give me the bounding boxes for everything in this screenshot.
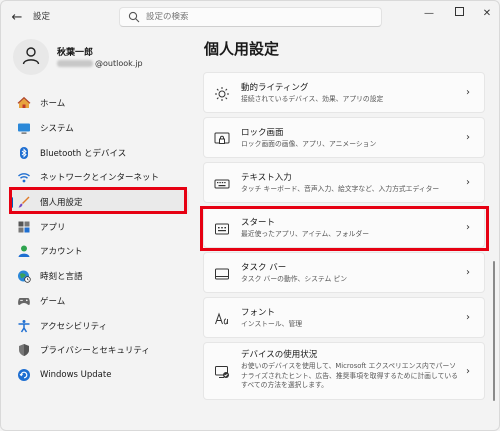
- sidebar-item-home[interactable]: ホーム: [9, 91, 189, 116]
- globe-clock-icon: [17, 269, 31, 283]
- card-subtitle: インストール、管理: [241, 320, 303, 328]
- chevron-right-icon: ›: [466, 87, 470, 98]
- close-button[interactable]: ✕: [469, 1, 499, 25]
- card-dynamic-lighting[interactable]: 動的ライティング 接続されているデバイス、効果、アプリの設定 ›: [203, 72, 485, 113]
- sidebar-item-gaming[interactable]: ゲーム: [9, 289, 189, 314]
- wifi-icon: [17, 170, 31, 184]
- page-title: 個人用設定: [204, 40, 280, 58]
- card-title: テキスト入力: [241, 173, 292, 183]
- person-icon: [21, 45, 41, 69]
- accessibility-icon: [17, 319, 31, 333]
- card-title: デバイスの使用状況: [241, 350, 318, 360]
- card-subtitle: ロック画面の画像、アプリ、アニメーション: [241, 140, 377, 148]
- card-title: タスク バー: [241, 263, 287, 273]
- email-suffix: @outlook.jp: [95, 59, 143, 68]
- app-title: 設定: [33, 12, 51, 22]
- sidebar-item-apps[interactable]: アプリ: [9, 214, 189, 239]
- apps-icon: [17, 220, 31, 234]
- card-start[interactable]: スタート 最近使ったアプリ、アイテム、フォルダー ›: [203, 207, 485, 248]
- sidebar-item-label: アカウント: [40, 247, 83, 258]
- chevron-right-icon: ›: [466, 366, 470, 377]
- sidebar-item-privacy-security[interactable]: プライバシーとセキュリティ: [9, 338, 189, 363]
- profile-email: @outlook.jp: [57, 59, 143, 68]
- lock-screen-icon: [214, 131, 230, 147]
- sidebar-item-network[interactable]: ネットワークとインターネット: [9, 165, 189, 190]
- card-taskbar[interactable]: タスク バー タスク バーの動作、システム ピン ›: [203, 252, 485, 293]
- update-icon: [17, 368, 31, 382]
- card-subtitle: タスク バーの動作、システム ピン: [241, 275, 348, 283]
- sidebar-item-label: Bluetooth とデバイス: [40, 148, 127, 159]
- home-icon: [17, 96, 31, 110]
- maximize-icon: [454, 7, 464, 19]
- card-subtitle: 接続されているデバイス、効果、アプリの設定: [241, 95, 384, 103]
- chevron-right-icon: ›: [466, 132, 470, 143]
- title-bar: ← 設定 — ✕: [1, 1, 499, 33]
- sidebar-item-personalization[interactable]: 個人用設定: [9, 189, 189, 215]
- settings-window: ← 設定 — ✕ 秋葉一郎 @outlook.jp ホーム: [0, 0, 500, 431]
- profile-name: 秋葉一郎: [57, 48, 94, 58]
- start-icon: [214, 221, 230, 237]
- settings-list: 動的ライティング 接続されているデバイス、効果、アプリの設定 › ロック画面 ロ…: [203, 72, 489, 404]
- sidebar-item-accounts[interactable]: アカウント: [9, 239, 189, 264]
- sidebar-item-label: システム: [40, 124, 74, 135]
- gamepad-icon: [17, 294, 31, 308]
- avatar: [13, 39, 49, 75]
- taskbar-icon: [214, 266, 230, 282]
- card-fonts[interactable]: フォント インストール、管理 ›: [203, 297, 485, 338]
- card-subtitle: タッチ キーボード、音声入力、絵文字など、入力方式エディター: [241, 185, 440, 193]
- bluetooth-icon: [17, 146, 31, 160]
- search-box[interactable]: [119, 7, 382, 27]
- search-input[interactable]: [146, 12, 366, 22]
- email-redacted: [57, 60, 93, 67]
- chevron-right-icon: ›: [466, 267, 470, 278]
- sidebar-item-label: ネットワークとインターネット: [40, 173, 160, 184]
- card-title: 動的ライティング: [241, 83, 309, 93]
- sidebar-item-label: アクセシビリティ: [40, 321, 108, 332]
- sidebar-item-bluetooth[interactable]: Bluetooth とデバイス: [9, 140, 189, 165]
- search-icon: [128, 11, 140, 23]
- card-lock-screen[interactable]: ロック画面 ロック画面の画像、アプリ、アニメーション ›: [203, 117, 485, 158]
- shield-icon: [17, 343, 31, 357]
- font-icon: [214, 311, 230, 327]
- close-icon: ✕: [482, 7, 492, 19]
- back-button[interactable]: ←: [7, 7, 27, 27]
- card-title: ロック画面: [241, 128, 284, 138]
- card-subtitle: お使いのデバイスを使用して、Microsoft エクスペリエンス内でパーソナライ…: [241, 362, 458, 389]
- card-subtitle: 最近使ったアプリ、アイテム、フォルダー: [241, 230, 370, 238]
- keyboard-icon: [214, 176, 230, 192]
- card-title: スタート: [241, 218, 276, 228]
- minimize-icon: —: [424, 7, 434, 19]
- sun-icon: [214, 86, 230, 102]
- sidebar-item-label: Windows Update: [40, 369, 112, 380]
- card-text-input[interactable]: テキスト入力 タッチ キーボード、音声入力、絵文字など、入力方式エディター ›: [203, 162, 485, 203]
- user-profile[interactable]: 秋葉一郎 @outlook.jp: [13, 39, 193, 79]
- sidebar-item-label: プライバシーとセキュリティ: [40, 346, 150, 357]
- card-device-usage[interactable]: デバイスの使用状況 お使いのデバイスを使用して、Microsoft エクスペリエ…: [203, 342, 485, 400]
- sidebar-item-accessibility[interactable]: アクセシビリティ: [9, 313, 189, 338]
- sidebar-item-label: ゲーム: [40, 296, 66, 307]
- sidebar-item-label: ホーム: [40, 99, 66, 110]
- sidebar-item-time-language[interactable]: 時刻と言語: [9, 264, 189, 289]
- scrollbar[interactable]: [493, 261, 495, 401]
- sidebar-item-label: アプリ: [40, 222, 66, 233]
- chevron-right-icon: ›: [466, 312, 470, 323]
- sidebar-item-windows-update[interactable]: Windows Update: [9, 363, 189, 388]
- card-title: フォント: [241, 308, 276, 318]
- device-usage-icon: [214, 364, 230, 380]
- brush-icon: [17, 195, 31, 209]
- account-icon: [17, 244, 31, 258]
- monitor-icon: [17, 121, 31, 135]
- chevron-right-icon: ›: [466, 222, 470, 233]
- sidebar-item-label: 時刻と言語: [40, 272, 83, 283]
- sidebar-item-label: 個人用設定: [40, 198, 83, 209]
- back-arrow-icon: ←: [11, 9, 23, 25]
- sidebar-item-system[interactable]: システム: [9, 116, 189, 141]
- chevron-right-icon: ›: [466, 177, 470, 188]
- sidebar-nav: ホーム システム Bluetooth とデバイス ネットワークとインターネット …: [9, 91, 189, 387]
